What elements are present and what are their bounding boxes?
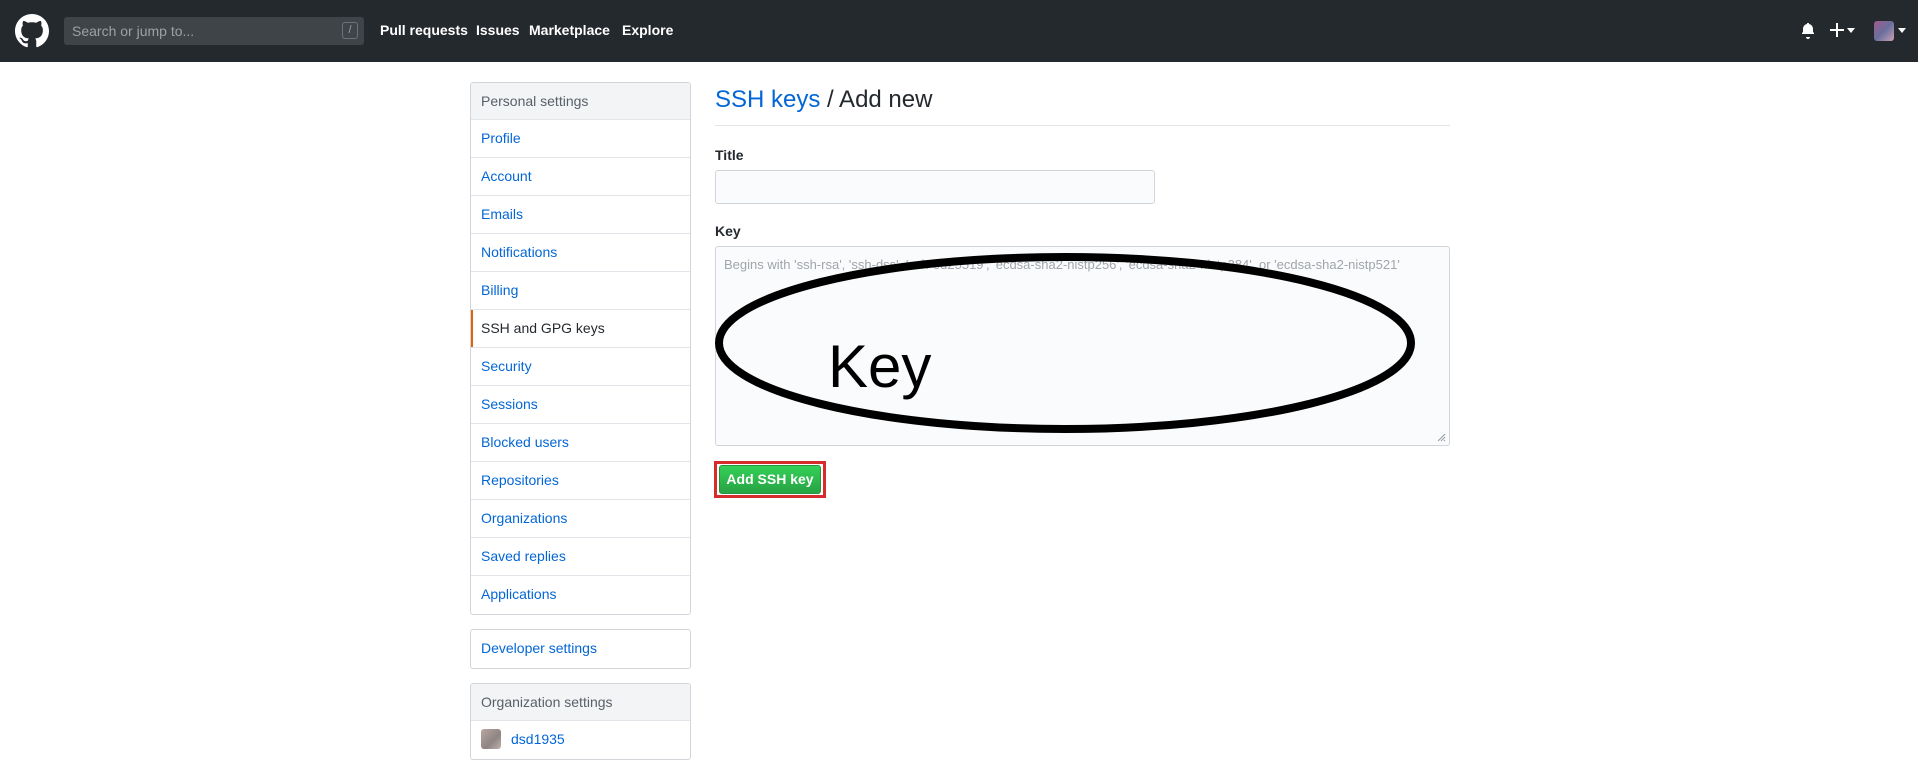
nav-marketplace[interactable]: Marketplace [529,22,610,38]
sidebar-item-billing[interactable]: Billing [471,272,690,310]
key-label: Key [715,223,741,239]
nav-issues[interactable]: Issues [476,22,520,38]
sidebar-item-ssh-gpg-keys[interactable]: SSH and GPG keys [471,310,690,348]
annotation-oval [715,253,1415,433]
search-input[interactable]: Search or jump to... / [64,17,364,45]
sidebar-item-organizations[interactable]: Organizations [471,500,690,538]
organization-settings-heading: Organization settings [471,684,690,721]
search-shortcut-badge: / [342,22,358,39]
breadcrumb-current: / Add new [820,86,933,113]
sidebar-item-account[interactable]: Account [471,158,690,196]
sidebar-item-profile[interactable]: Profile [471,120,690,158]
sidebar-item-blocked-users[interactable]: Blocked users [471,424,690,462]
title-input[interactable] [715,170,1155,204]
developer-settings-menu: Developer settings [470,629,691,669]
sidebar-item-saved-replies[interactable]: Saved replies [471,538,690,576]
sidebar-item-emails[interactable]: Emails [471,196,690,234]
title-divider [715,125,1450,126]
sidebar-item-sessions[interactable]: Sessions [471,386,690,424]
bell-icon[interactable] [1801,23,1815,39]
sidebar-item-applications[interactable]: Applications [471,576,690,614]
personal-settings-menu: Personal settings Profile Account Emails… [470,82,691,615]
sidebar-item-developer-settings[interactable]: Developer settings [471,630,690,668]
org-avatar [481,729,501,749]
nav-explore[interactable]: Explore [622,22,673,38]
personal-settings-heading: Personal settings [471,83,690,120]
github-logo-icon[interactable] [15,14,49,48]
sidebar-item-repositories[interactable]: Repositories [471,462,690,500]
chevron-down-icon[interactable] [1898,28,1906,33]
page-title: SSH keys / Add new [715,86,932,114]
breadcrumb-ssh-keys-link[interactable]: SSH keys [715,86,820,113]
avatar-icon[interactable] [1874,21,1894,41]
chevron-down-icon[interactable] [1847,28,1855,33]
plus-icon[interactable] [1830,23,1844,37]
sidebar-item-security[interactable]: Security [471,348,690,386]
resize-grip-icon[interactable] [1437,433,1446,442]
top-header: Search or jump to... / Pull requests Iss… [0,0,1918,62]
sidebar-item-org-dsd1935[interactable]: dsd1935 [471,721,690,759]
title-label: Title [715,147,744,163]
add-ssh-key-button[interactable]: Add SSH key [719,465,821,494]
org-name: dsd1935 [511,731,565,747]
annotation-key-text: Key [828,333,932,400]
nav-pull-requests[interactable]: Pull requests [380,22,468,38]
sidebar-item-notifications[interactable]: Notifications [471,234,690,272]
organization-settings-menu: Organization settings dsd1935 [470,683,691,760]
search-placeholder: Search or jump to... [72,23,195,39]
